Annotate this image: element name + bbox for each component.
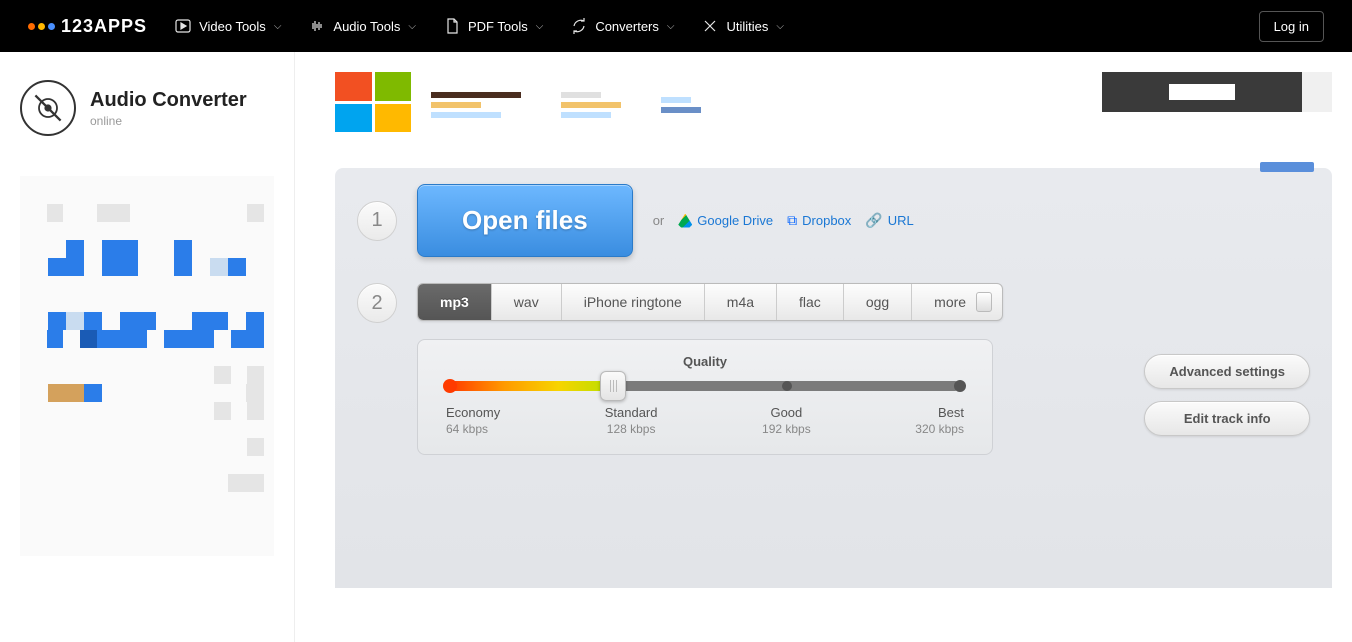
- app-header: Audio Converter online: [20, 80, 274, 136]
- chevron-down-icon: ⌵: [536, 21, 544, 32]
- quality-standard: Standard128 kbps: [605, 405, 658, 436]
- top-navbar: 123APPS Video Tools⌵ Audio Tools⌵ PDF To…: [0, 0, 1352, 52]
- app-title: Audio Converter: [90, 89, 247, 112]
- quality-slider-handle[interactable]: [600, 371, 626, 401]
- quality-panel: Quality Economy64 kbps Standard128 kbps …: [417, 339, 993, 455]
- ad-cta-button[interactable]: [1102, 72, 1302, 112]
- or-label: or: [653, 213, 665, 228]
- brand-text: 123APPS: [61, 16, 147, 37]
- quality-best: Best320 kbps: [915, 405, 964, 436]
- document-icon: [444, 18, 460, 34]
- app-subtitle: online: [90, 114, 247, 128]
- chevron-down-icon: ⌵: [776, 21, 784, 32]
- ad-banner[interactable]: [335, 72, 1332, 140]
- sidebar-ad-placeholder: [20, 176, 274, 556]
- play-icon: [175, 18, 191, 34]
- nav-pdf-tools[interactable]: PDF Tools⌵: [444, 18, 543, 34]
- converter-panel: 1 Open files or Google Drive ⧉Dropbox 🔗U…: [335, 168, 1332, 588]
- tools-icon: [702, 18, 718, 34]
- quality-slider[interactable]: [450, 381, 960, 391]
- nav-video-tools[interactable]: Video Tools⌵: [175, 18, 281, 34]
- quality-good: Good192 kbps: [762, 405, 811, 436]
- link-icon: 🔗: [865, 212, 882, 229]
- format-tabs: mp3 wav iPhone ringtone m4a flac ogg mor…: [417, 283, 1003, 321]
- nav-audio-tools[interactable]: Audio Tools⌵: [309, 18, 416, 34]
- quality-title: Quality: [446, 354, 964, 369]
- tab-more[interactable]: more: [912, 284, 1002, 320]
- nav-utilities[interactable]: Utilities⌵: [702, 18, 784, 34]
- sidebar: Audio Converter online: [0, 52, 295, 642]
- dropbox-icon: ⧉: [787, 212, 797, 229]
- google-drive-icon: [678, 214, 692, 228]
- advanced-settings-button[interactable]: Advanced settings: [1144, 354, 1310, 389]
- google-drive-link[interactable]: Google Drive: [678, 213, 773, 228]
- chevron-down-icon: ⌵: [408, 21, 416, 32]
- step-2-badge: 2: [357, 283, 397, 323]
- login-button[interactable]: Log in: [1259, 11, 1324, 42]
- tab-m4a[interactable]: m4a: [705, 284, 777, 320]
- tab-ogg[interactable]: ogg: [844, 284, 912, 320]
- waveform-icon: [309, 18, 325, 34]
- tab-iphone-ringtone[interactable]: iPhone ringtone: [562, 284, 705, 320]
- audio-converter-icon: [20, 80, 76, 136]
- open-files-button[interactable]: Open files: [417, 184, 633, 257]
- nav-converters[interactable]: Converters⌵: [571, 18, 674, 34]
- tab-flac[interactable]: flac: [777, 284, 844, 320]
- quality-economy: Economy64 kbps: [446, 405, 500, 436]
- step-1: 1 Open files or Google Drive ⧉Dropbox 🔗U…: [357, 184, 1310, 257]
- refresh-icon: [571, 18, 587, 34]
- brand-logo[interactable]: 123APPS: [28, 16, 147, 37]
- step-2: 2 mp3 wav iPhone ringtone m4a flac ogg m…: [357, 283, 1310, 323]
- dropbox-link[interactable]: ⧉Dropbox: [787, 212, 851, 229]
- tab-mp3[interactable]: mp3: [418, 284, 492, 320]
- chevron-down-icon: ⌵: [274, 21, 282, 32]
- edit-track-info-button[interactable]: Edit track info: [1144, 401, 1310, 436]
- tab-wav[interactable]: wav: [492, 284, 562, 320]
- microsoft-logo-icon: [335, 72, 411, 132]
- url-link[interactable]: 🔗URL: [865, 212, 913, 229]
- chevron-down-icon: ⌵: [667, 21, 675, 32]
- step-1-badge: 1: [357, 201, 397, 241]
